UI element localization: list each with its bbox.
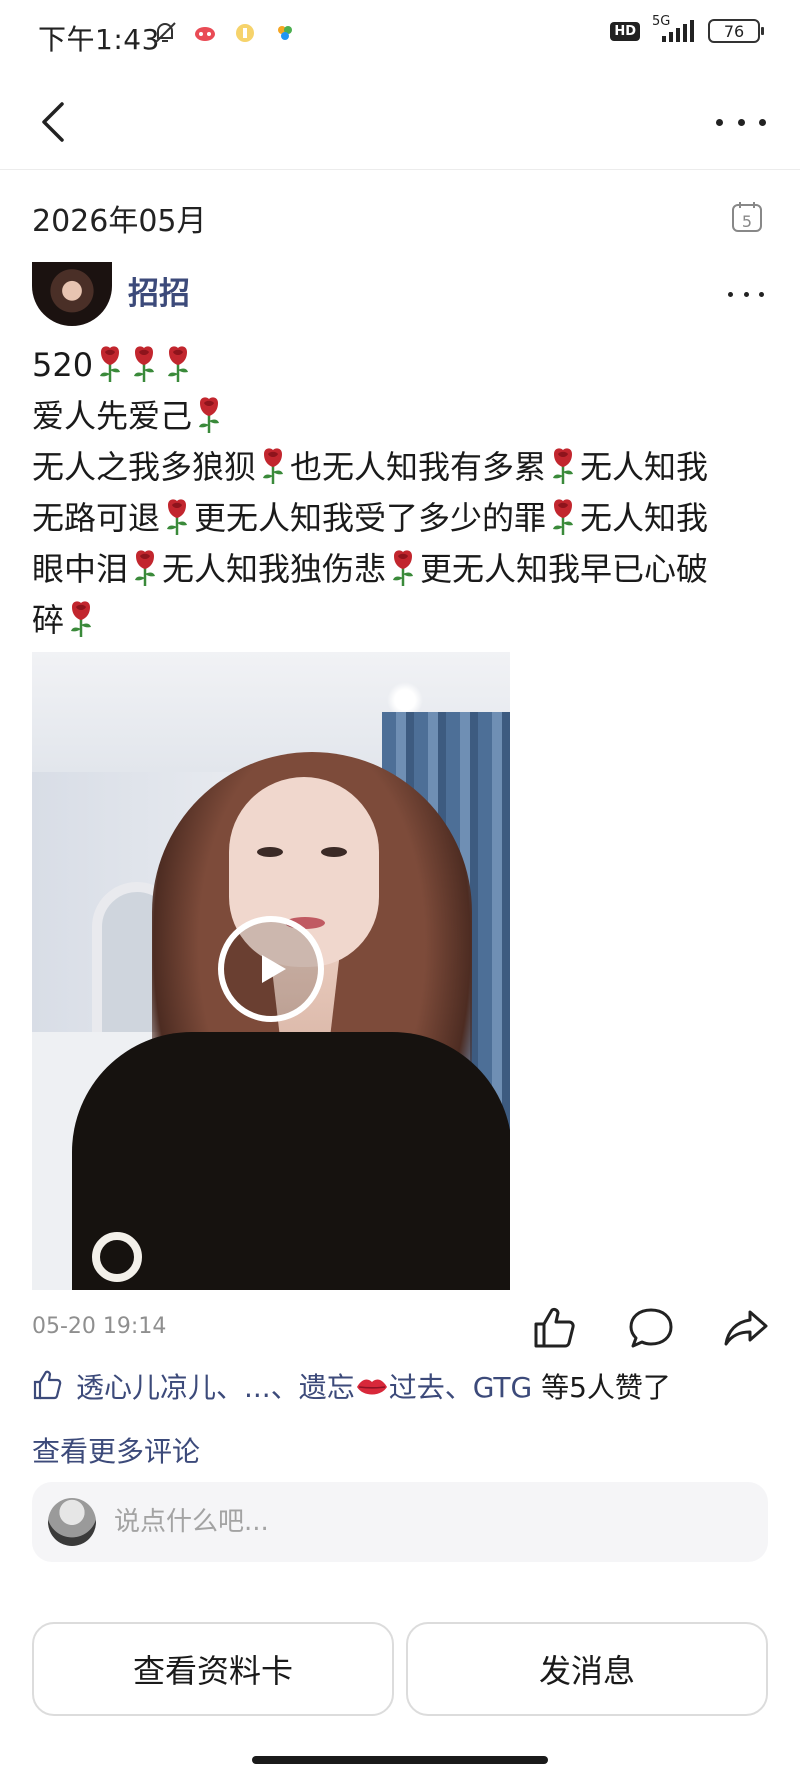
post-timestamp: 05-20 19:14 [32, 1314, 167, 1339]
post-text-segment: 爱人先爱己 [32, 397, 193, 435]
status-time: 下午1:43 [38, 23, 160, 56]
post-text-segment: 无人知我 [580, 448, 709, 486]
rose-emoji-icon [192, 395, 226, 435]
post-text-line: 爱人先爱己 [32, 391, 772, 442]
mute-bell-icon [152, 20, 178, 46]
share-button[interactable] [722, 1304, 770, 1352]
rose-emoji-icon [386, 548, 420, 588]
status-bar: 下午1:43 HD 5G 76 [0, 0, 800, 74]
date-header: 2026年05月 5 [32, 196, 768, 240]
more-dot-icon [728, 291, 733, 297]
post-actions: 05-20 19:14 [32, 1300, 772, 1356]
author-avatar[interactable] [32, 262, 112, 326]
rose-emoji-icon [161, 344, 195, 384]
my-avatar [48, 1498, 96, 1546]
likes-summary: 透心儿凉儿、...、遗忘 过去、GTG 等5人赞了 [32, 1366, 772, 1410]
post-text-segment: 更无人知我受了多少的罪 [194, 499, 547, 537]
play-icon [262, 955, 286, 983]
view-profile-card-button[interactable]: 查看资料卡 [32, 1622, 394, 1716]
rose-emoji-icon [64, 599, 98, 639]
status-notification-icons [152, 20, 298, 46]
post-date: 2026年05月 [32, 204, 207, 239]
comment-bubble-icon [629, 1308, 673, 1348]
status-system-icons: HD 5G 76 [610, 14, 764, 44]
more-dot-icon [737, 118, 745, 126]
video-scene [92, 1232, 142, 1282]
home-indicator[interactable] [252, 1756, 548, 1764]
app-notification-icon [192, 20, 218, 46]
post-text-segment: 无人知我 [580, 499, 709, 537]
rose-emoji-icon [256, 446, 290, 486]
post-text-segment: 无人知我独伤悲 [162, 550, 387, 588]
share-arrow-icon [724, 1310, 768, 1346]
likes-count-text: 等5人赞了 [532, 1371, 671, 1404]
rose-emoji-icon [546, 446, 580, 486]
hd-badge: HD [610, 21, 640, 41]
video-thumbnail[interactable] [32, 652, 510, 1290]
post-text-line: 眼中泪 无人知我独伤悲 更无人知我早已心破 [32, 544, 772, 595]
like-button[interactable] [530, 1304, 578, 1352]
post-text-segment: 无路可退 [32, 499, 161, 537]
rose-emoji-icon [160, 497, 194, 537]
likers-names: 透心儿凉儿、...、遗忘 [76, 1371, 355, 1404]
post-text-segment: 520 [32, 346, 94, 384]
coin-notification-icon [232, 20, 258, 46]
more-dot-icon [743, 291, 749, 297]
play-button[interactable] [218, 916, 324, 1022]
signal-icon: 5G [652, 14, 696, 44]
author-row: 招招 [32, 262, 768, 326]
comment-input[interactable] [114, 1482, 734, 1562]
top-nav [0, 74, 800, 170]
post-text-line: 520 [32, 340, 772, 391]
game-notification-icon [272, 20, 298, 46]
calendar-day: 5 [742, 212, 752, 231]
post-text-line: 无路可退 更无人知我受了多少的罪 无人知我 [32, 493, 772, 544]
post-text-segment: 更无人知我早已心破 [420, 550, 709, 588]
likers-names-tail: 过去、GTG [388, 1371, 533, 1404]
rose-emoji-icon [128, 548, 162, 588]
rose-emoji-icon [93, 344, 127, 384]
likers-list[interactable]: 透心儿凉儿、...、遗忘 过去、GTG 等5人赞了 [76, 1366, 671, 1406]
post-text-segment: 眼中泪 [32, 550, 129, 588]
view-more-comments-link[interactable]: 查看更多评论 [32, 1430, 200, 1470]
rose-emoji-icon [127, 344, 161, 384]
author-name[interactable]: 招招 [128, 268, 190, 313]
thumbs-up-small-icon [33, 1370, 62, 1400]
post-text-segment: 也无人知我有多累 [290, 448, 547, 486]
send-message-button[interactable]: 发消息 [406, 1622, 768, 1716]
battery-indicator: 76 [708, 19, 764, 43]
thumbs-up-icon [534, 1307, 575, 1348]
calendar-icon: 5 [732, 202, 762, 232]
post-text-line: 无人之我多狼狈 也无人知我有多累 无人知我 [32, 442, 772, 493]
post-content: 520 爱人先爱己 无人之我多狼狈 也无人知我有多累 无人知我 无路可退 更无人知我受了多少… [32, 340, 772, 646]
rose-emoji-icon [546, 497, 580, 537]
post-text-segment: 碎 [32, 601, 65, 639]
comment-box[interactable] [32, 1482, 768, 1562]
lips-emoji-icon [356, 1379, 387, 1395]
back-arrow-icon [42, 102, 64, 142]
calendar-button[interactable]: 5 [730, 200, 764, 234]
back-button[interactable] [34, 98, 78, 146]
more-options-button[interactable] [716, 104, 766, 140]
more-dot-icon [759, 118, 766, 126]
more-dot-icon [716, 118, 723, 126]
more-dot-icon [759, 291, 764, 297]
post-text-segment: 无人之我多狼狈 [32, 448, 257, 486]
post-more-button[interactable] [728, 276, 764, 312]
comment-button[interactable] [627, 1304, 675, 1352]
post-text-line: 碎 [32, 595, 772, 646]
